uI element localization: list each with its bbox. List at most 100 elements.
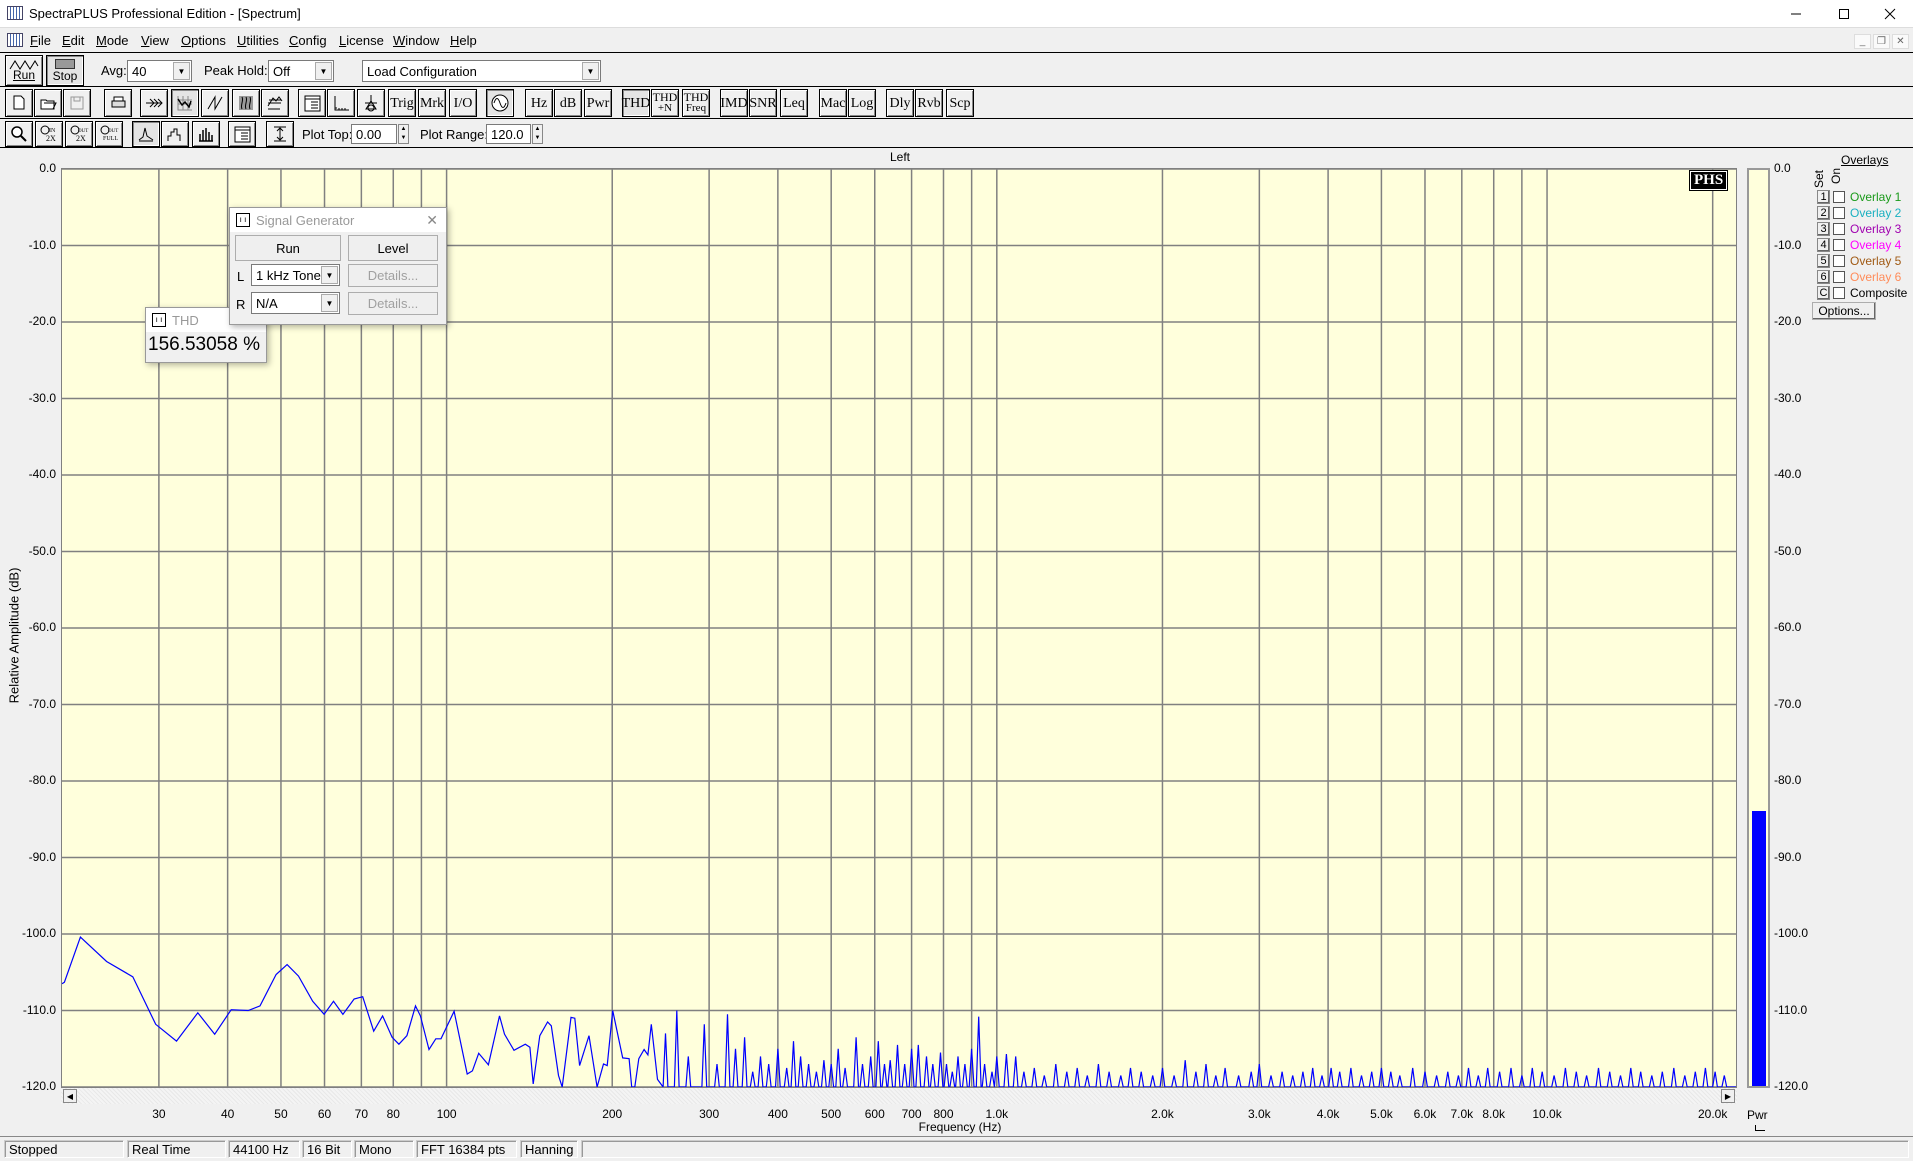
document-icon[interactable]: [7, 33, 23, 47]
overlay-on-checkbox[interactable]: [1833, 206, 1845, 219]
line-plot-button[interactable]: [132, 121, 160, 147]
menu-view[interactable]: View: [141, 33, 169, 48]
step-plot-button[interactable]: [161, 121, 189, 147]
stop-button[interactable]: Stop: [46, 55, 84, 86]
spectrogram-button[interactable]: [232, 89, 260, 117]
overlay-set-button[interactable]: C: [1817, 285, 1830, 300]
maximize-button[interactable]: [1821, 0, 1867, 28]
print-button[interactable]: [104, 89, 132, 117]
rvb-button[interactable]: Rvb: [915, 89, 943, 117]
menu-license[interactable]: License: [339, 33, 384, 48]
axis-scale-button[interactable]: [327, 89, 355, 117]
zoom-out-2x-button[interactable]: OUT 2X: [65, 121, 93, 147]
chevron-down-icon[interactable]: ▼: [321, 266, 338, 284]
db-button[interactable]: dB: [554, 89, 582, 117]
menu-edit[interactable]: Edit: [62, 33, 84, 48]
menu-window[interactable]: Window: [393, 33, 439, 48]
generator-run-button[interactable]: Run: [235, 235, 341, 261]
open-folder-button[interactable]: [34, 89, 62, 117]
zoom-in-2x-button[interactable]: IN 2X: [35, 121, 63, 147]
chevron-down-icon[interactable]: ▼: [315, 62, 332, 80]
close-icon[interactable]: ✕: [426, 212, 438, 229]
mdi-minimize-button[interactable]: _: [1854, 34, 1871, 49]
plot-properties-button[interactable]: [228, 121, 256, 147]
new-file-button[interactable]: [5, 89, 33, 117]
overlay-set-button[interactable]: 1: [1817, 189, 1830, 204]
app-icon[interactable]: [7, 6, 23, 20]
chevron-down-icon[interactable]: ▼: [321, 294, 338, 312]
overlay-on-checkbox[interactable]: [1833, 270, 1845, 283]
fast-forward-arrows-button[interactable]: [140, 89, 168, 117]
signal-generator-titlebar[interactable]: ı ı Signal Generator ✕: [230, 208, 446, 232]
menu-file[interactable]: File: [30, 33, 51, 48]
trig-button[interactable]: Trig: [388, 89, 416, 117]
plot-range-input[interactable]: 120.0: [486, 124, 531, 144]
menu-help[interactable]: Help: [450, 33, 477, 48]
overlay-set-button[interactable]: 6: [1817, 269, 1830, 284]
chevron-down-icon[interactable]: ▼: [173, 62, 190, 80]
overlay-on-checkbox[interactable]: [1833, 238, 1845, 251]
plot-top-input[interactable]: 0.00: [351, 124, 397, 144]
menu-config[interactable]: Config: [289, 33, 327, 48]
snr-button[interactable]: SNR: [749, 89, 777, 117]
scp-button[interactable]: Scp: [946, 89, 974, 117]
zoom-button[interactable]: [5, 121, 33, 147]
time-series-button[interactable]: [201, 89, 229, 117]
overlay-on-checkbox[interactable]: [1833, 222, 1845, 235]
mdi-restore-button[interactable]: ❐: [1873, 34, 1890, 49]
3d-surface-button[interactable]: [261, 89, 289, 117]
calibration-button[interactable]: [357, 89, 385, 117]
overlay-on-checkbox[interactable]: [1833, 254, 1845, 267]
left-signal-select[interactable]: 1 kHz Tone ▼: [251, 264, 340, 286]
autoscale-button[interactable]: [266, 121, 294, 147]
thd-button[interactable]: THD: [622, 89, 650, 117]
right-signal-select[interactable]: N/A ▼: [251, 292, 340, 314]
thd-freq-button[interactable]: THD Freq: [682, 89, 710, 117]
leq-button[interactable]: Leq: [780, 89, 808, 117]
run-button[interactable]: Run: [5, 55, 43, 86]
right-details-button[interactable]: Details...: [348, 292, 438, 315]
close-button[interactable]: [1867, 0, 1913, 28]
scroll-right-icon[interactable]: ▶: [1721, 1089, 1735, 1103]
horizontal-scrollbar[interactable]: ◀ ▶: [61, 1088, 1737, 1104]
overlay-set-button[interactable]: 4: [1817, 237, 1830, 252]
overlay-set-button[interactable]: 5: [1817, 253, 1830, 268]
save-disk-button[interactable]: [63, 89, 91, 117]
thd-n-button[interactable]: THD +N: [651, 89, 679, 117]
bar-plot-button[interactable]: [192, 121, 220, 147]
imd-button[interactable]: IMD: [720, 89, 748, 117]
svg-text:2X: 2X: [46, 134, 56, 143]
dly-button[interactable]: Dly: [886, 89, 914, 117]
overlay-set-button[interactable]: 2: [1817, 205, 1830, 220]
scroll-left-icon[interactable]: ◀: [63, 1089, 77, 1103]
plot-range-spinner[interactable]: ▲ ▼: [532, 124, 543, 144]
zoom-out-full-button[interactable]: OUT FULL: [95, 121, 123, 147]
window-menu-icon[interactable]: ı ı: [152, 313, 166, 327]
left-details-button[interactable]: Details...: [348, 264, 438, 287]
hz-button[interactable]: Hz: [525, 89, 553, 117]
avg-select[interactable]: 40 ▼: [127, 60, 192, 82]
chevron-down-icon[interactable]: ▼: [582, 62, 599, 80]
peak-hold-select[interactable]: Off ▼: [268, 60, 334, 82]
load-configuration-select[interactable]: Load Configuration ▼: [362, 60, 601, 82]
minimize-button[interactable]: [1773, 0, 1819, 28]
menu-mode[interactable]: Mode: [96, 33, 129, 48]
settings-panel-button[interactable]: [298, 89, 326, 117]
mdi-close-button[interactable]: ✕: [1892, 34, 1909, 49]
signal-generator-button[interactable]: [486, 89, 514, 117]
overlay-on-checkbox[interactable]: [1833, 286, 1845, 299]
spectrum-plot-button[interactable]: [171, 89, 199, 117]
mrk-button[interactable]: Mrk: [418, 89, 446, 117]
overlay-options-button[interactable]: Options...: [1812, 302, 1876, 320]
overlay-on-checkbox[interactable]: [1833, 190, 1845, 203]
menu-utilities[interactable]: Utilities: [237, 33, 279, 48]
log-button[interactable]: Log: [848, 89, 876, 117]
i-o-button[interactable]: I/O: [449, 89, 477, 117]
overlay-set-button[interactable]: 3: [1817, 221, 1830, 236]
mac-button[interactable]: Mac: [819, 89, 847, 117]
plot-top-spinner[interactable]: ▲ ▼: [398, 124, 409, 144]
generator-level-button[interactable]: Level: [348, 235, 438, 261]
pwr-button[interactable]: Pwr: [584, 89, 612, 117]
menu-options[interactable]: Options: [181, 33, 226, 48]
window-menu-icon[interactable]: ı ı: [236, 213, 250, 227]
